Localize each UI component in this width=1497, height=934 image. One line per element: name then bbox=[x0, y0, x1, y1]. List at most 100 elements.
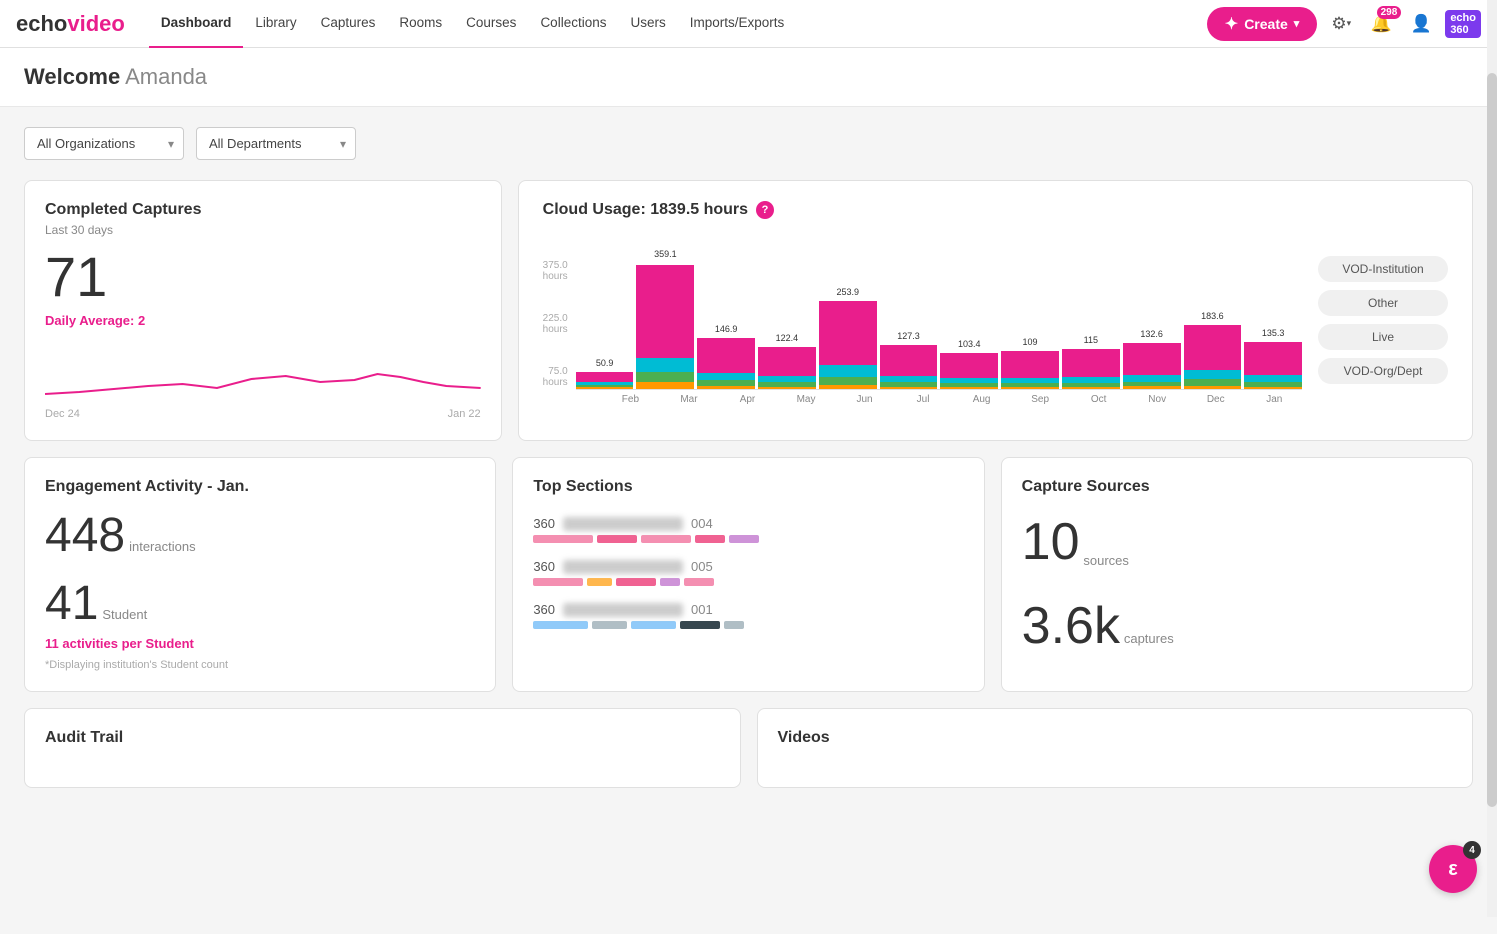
bar-group-jul: 127.3 bbox=[880, 345, 938, 389]
sources-label: sources bbox=[1083, 553, 1129, 568]
section-bar-piece bbox=[724, 621, 744, 629]
capture-sources-title: Capture Sources bbox=[1022, 478, 1452, 496]
legend-item-vod-institution[interactable]: VOD-Institution bbox=[1318, 256, 1448, 282]
x-label-dec: Dec bbox=[1188, 394, 1244, 405]
user-profile-button[interactable]: 👤 bbox=[1405, 8, 1437, 40]
settings-chevron: ▾ bbox=[1347, 18, 1352, 29]
section-suffix: 005 bbox=[691, 559, 713, 574]
bar-value-label: 115 bbox=[1062, 335, 1120, 345]
create-label: Create bbox=[1244, 16, 1288, 32]
cloud-usage-label: Cloud Usage: 1839.5 hours bbox=[543, 201, 748, 219]
x-label-may: May bbox=[778, 394, 834, 405]
cloud-usage-title: Cloud Usage: 1839.5 hours ? bbox=[543, 201, 1448, 219]
org-filter[interactable]: All Organizations bbox=[24, 127, 184, 160]
create-button[interactable]: ✦ Create ▾ bbox=[1207, 7, 1318, 41]
scrollbar-thumb[interactable] bbox=[1487, 73, 1497, 807]
settings-button[interactable]: ⚙ ▾ bbox=[1325, 8, 1357, 40]
page-title: Welcome Amanda bbox=[24, 64, 1473, 90]
sources-row: 10 sources bbox=[1022, 516, 1452, 568]
help-icon[interactable]: ? bbox=[756, 201, 774, 219]
dept-filter[interactable]: All Departments bbox=[196, 127, 356, 160]
videos-title: Videos bbox=[778, 729, 1453, 747]
bar-segment bbox=[1184, 370, 1242, 379]
section-bar-piece bbox=[695, 535, 725, 543]
bar-segment bbox=[697, 338, 755, 373]
bar-value-label: 253.9 bbox=[819, 287, 877, 297]
legend-item-other[interactable]: Other bbox=[1318, 290, 1448, 316]
section-bar-piece bbox=[729, 535, 759, 543]
completed-captures-title: Completed Captures bbox=[45, 201, 481, 219]
engagement-card: Engagement Activity - Jan. 448 interacti… bbox=[24, 457, 496, 692]
date-start: Dec 24 bbox=[45, 408, 80, 420]
bar-segment bbox=[697, 386, 755, 389]
logo[interactable]: echovideo bbox=[16, 11, 125, 37]
legend-item-live[interactable]: Live bbox=[1318, 324, 1448, 350]
section-suffix: 004 bbox=[691, 516, 713, 531]
bar-value-label: 103.4 bbox=[940, 339, 998, 349]
section-bar-piece bbox=[680, 621, 720, 629]
section-bar-piece bbox=[592, 621, 627, 629]
bar-segment bbox=[636, 382, 694, 389]
bar-chart-body: 375.0hours 225.0hours 75.0hours 50.9359.… bbox=[543, 235, 1302, 390]
nav-link-courses[interactable]: Courses bbox=[454, 0, 528, 48]
bar-value-label: 127.3 bbox=[880, 331, 938, 341]
nav-link-library[interactable]: Library bbox=[243, 0, 308, 48]
legend-area: VOD-Institution Other Live VOD-Org/Dept bbox=[1318, 235, 1448, 405]
bar-segment bbox=[1062, 387, 1120, 389]
interactions-row: 448 interactions bbox=[45, 512, 475, 560]
section-blurred-name bbox=[563, 517, 683, 531]
completed-captures-card: Completed Captures Last 30 days 71 Daily… bbox=[24, 180, 502, 441]
bar-segment bbox=[576, 372, 634, 382]
activities-per-student: 11 activities per Student bbox=[45, 636, 475, 651]
section-bar-piece bbox=[587, 578, 612, 586]
bar-segment bbox=[697, 373, 755, 381]
nav-link-collections[interactable]: Collections bbox=[528, 0, 618, 48]
legend-item-vod-org-dept[interactable]: VOD-Org/Dept bbox=[1318, 358, 1448, 384]
chat-icon: ε bbox=[1448, 858, 1458, 881]
section-prefix: 360 bbox=[533, 602, 555, 617]
chat-badge: 4 bbox=[1463, 841, 1481, 859]
nav-link-dashboard[interactable]: Dashboard bbox=[149, 0, 244, 48]
engagement-title: Engagement Activity - Jan. bbox=[45, 478, 475, 496]
disclaimer: *Displaying institution's Student count bbox=[45, 659, 475, 671]
section-bar-piece bbox=[533, 578, 583, 586]
nav-link-captures[interactable]: Captures bbox=[309, 0, 388, 48]
x-label-jun: Jun bbox=[837, 394, 893, 405]
section-bar-row bbox=[533, 578, 963, 586]
sparkline-labels: Dec 24 Jan 22 bbox=[45, 408, 481, 420]
echo360-badge[interactable]: echo360 bbox=[1445, 10, 1481, 38]
x-label-jul: Jul bbox=[895, 394, 951, 405]
bar-segment bbox=[1001, 351, 1059, 377]
nav-link-rooms[interactable]: Rooms bbox=[387, 0, 454, 48]
scrollbar[interactable] bbox=[1487, 0, 1497, 917]
nav-link-imports-exports[interactable]: Imports/Exports bbox=[678, 0, 797, 48]
org-filter-wrapper: All Organizations bbox=[24, 127, 184, 160]
completed-captures-subtitle: Last 30 days bbox=[45, 223, 481, 237]
row-3: Audit Trail Videos bbox=[24, 708, 1473, 788]
bar-segment bbox=[1244, 387, 1302, 389]
bar-segment bbox=[1184, 325, 1242, 370]
row-1: Completed Captures Last 30 days 71 Daily… bbox=[24, 180, 1473, 441]
notifications-button[interactable]: 🔔 298 bbox=[1365, 8, 1397, 40]
section-bar-piece bbox=[533, 621, 588, 629]
bar-segment bbox=[940, 387, 998, 389]
chat-widget[interactable]: ε 4 bbox=[1429, 845, 1477, 893]
bar-group-oct: 115 bbox=[1062, 349, 1120, 389]
section-bar-row bbox=[533, 621, 963, 629]
bar-segment bbox=[819, 301, 877, 365]
videos-card: Videos bbox=[757, 708, 1474, 788]
bar-segment bbox=[758, 387, 816, 389]
x-label-apr: Apr bbox=[720, 394, 776, 405]
section-bar-piece bbox=[660, 578, 680, 586]
x-label-aug: Aug bbox=[954, 394, 1010, 405]
nav-link-users[interactable]: Users bbox=[618, 0, 677, 48]
bar-group-nov: 132.6 bbox=[1123, 343, 1181, 389]
bar-segment bbox=[636, 358, 694, 372]
bar-segment bbox=[1123, 375, 1181, 382]
y-label-mid: 225.0hours bbox=[543, 313, 568, 335]
x-label-nov: Nov bbox=[1129, 394, 1185, 405]
audit-trail-card: Audit Trail bbox=[24, 708, 741, 788]
interactions-count: 448 bbox=[45, 512, 125, 560]
bar-group-mar: 359.1 bbox=[636, 265, 694, 389]
bar-segment bbox=[1123, 386, 1181, 389]
